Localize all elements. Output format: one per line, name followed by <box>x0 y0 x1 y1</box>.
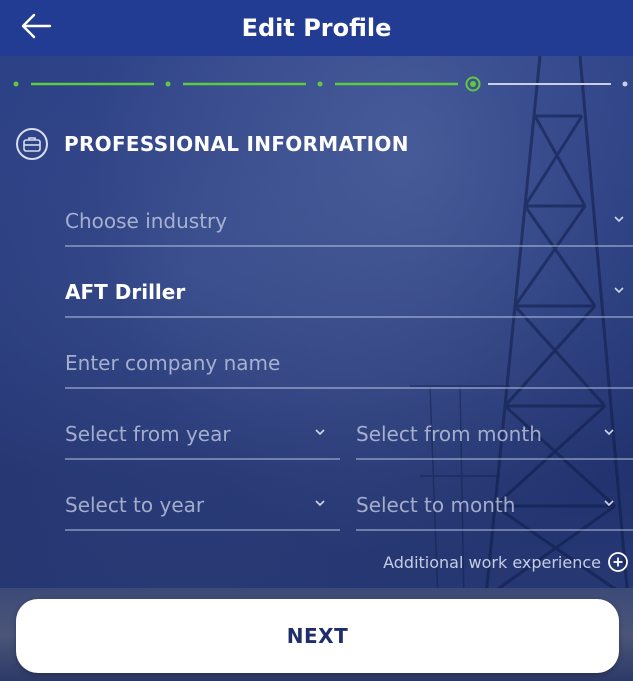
next-button[interactable]: NEXT <box>16 599 619 673</box>
add-work-experience-button[interactable]: Additional work experience <box>383 551 629 573</box>
arrow-left-icon <box>21 13 52 39</box>
chevron-down-icon <box>315 429 325 436</box>
from-month-select[interactable]: Select from month <box>356 410 633 460</box>
stepper-current-step <box>465 76 481 92</box>
to-year-placeholder: Select to year <box>65 493 205 517</box>
chevron-down-icon <box>614 216 624 223</box>
to-month-placeholder: Select to month <box>356 493 516 517</box>
to-month-select[interactable]: Select to month <box>356 481 633 531</box>
next-button-label: NEXT <box>286 624 349 648</box>
section-header: PROFESSIONAL INFORMATION <box>16 128 409 160</box>
industry-select[interactable]: Choose industry <box>65 197 633 247</box>
chevron-down-icon <box>315 500 325 507</box>
role-select[interactable]: AFT Driller <box>65 268 633 318</box>
plus-circle-icon <box>608 552 628 572</box>
industry-placeholder: Choose industry <box>65 209 228 233</box>
chevron-down-icon <box>604 429 614 436</box>
company-name-placeholder: Enter company name <box>65 351 281 375</box>
from-year-placeholder: Select from year <box>65 422 231 446</box>
chevron-down-icon <box>604 500 614 507</box>
to-year-select[interactable]: Select to year <box>65 481 340 531</box>
edit-profile-screen: Edit Profile PROFESSIONAL INFORMATION Ch… <box>0 0 633 681</box>
back-button[interactable] <box>20 10 60 46</box>
briefcase-icon <box>16 128 48 160</box>
from-year-select[interactable]: Select from year <box>65 410 340 460</box>
stepper-completed-segments <box>13 81 458 87</box>
app-header: Edit Profile <box>0 0 633 56</box>
progress-stepper <box>13 76 628 92</box>
from-month-placeholder: Select from month <box>356 422 542 446</box>
chevron-down-icon <box>614 287 624 294</box>
stepper-remaining-segment <box>488 81 628 87</box>
section-title: PROFESSIONAL INFORMATION <box>64 132 409 156</box>
role-value: AFT Driller <box>65 280 186 304</box>
company-name-input[interactable]: Enter company name <box>65 339 633 389</box>
add-work-experience-label: Additional work experience <box>383 552 601 572</box>
page-title: Edit Profile <box>241 14 392 42</box>
